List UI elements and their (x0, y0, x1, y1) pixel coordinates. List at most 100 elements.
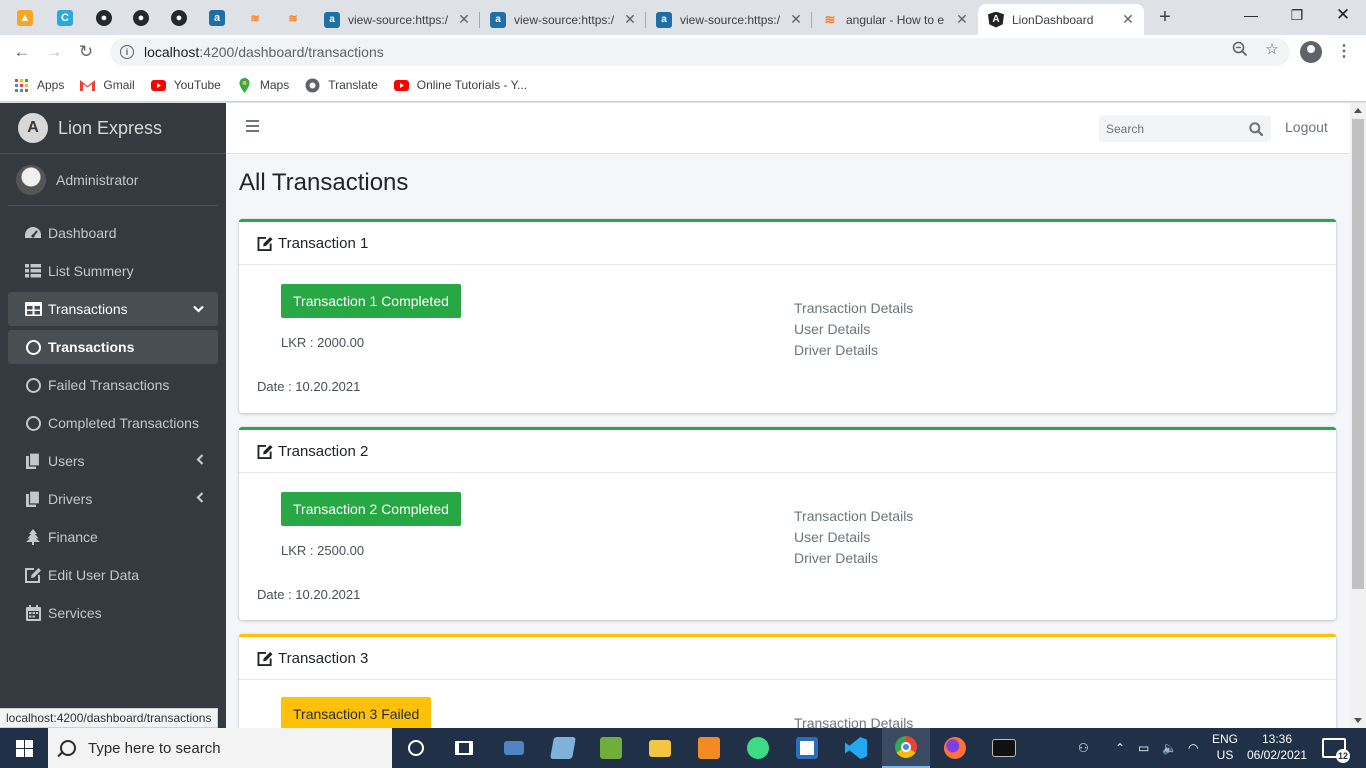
browser-tab[interactable]: a view-source:https:/ ✕ (646, 4, 812, 35)
bookmark-star-icon[interactable]: ☆ (1262, 39, 1282, 59)
bookmark-label: Translate (328, 78, 378, 92)
sidebar-item-services[interactable]: Services (8, 596, 218, 630)
transaction-card: Transaction 1 Transaction 1 Completed LK… (239, 219, 1336, 413)
close-window-icon[interactable]: ✕ (1320, 0, 1366, 30)
sidebar-item-drivers[interactable]: Drivers (8, 482, 218, 516)
menu-kebab-icon[interactable]: ⋮ (1336, 41, 1352, 61)
address-bar[interactable]: i localhost:4200/dashboard/transactions (110, 38, 1290, 66)
browser-tab[interactable]: a view-source:https:/ ✕ (480, 4, 646, 35)
sidebar-item-finance[interactable]: Finance (8, 520, 218, 554)
reload-icon[interactable]: ↻ (74, 40, 98, 64)
user-details-link[interactable]: User Details (794, 319, 913, 340)
user-panel[interactable]: Administrator (8, 154, 218, 206)
user-details-link[interactable]: User Details (794, 527, 913, 548)
search-button[interactable] (1244, 117, 1268, 141)
transaction-details-link[interactable]: Transaction Details (794, 506, 913, 527)
sidebar-item-edit-user-data[interactable]: Edit User Data (8, 558, 218, 592)
pinned-tab[interactable]: ● (89, 5, 119, 31)
bookmark-maps[interactable]: Maps (237, 77, 289, 93)
site-info-icon[interactable]: i (120, 45, 134, 59)
notifications-icon[interactable]: 12 (1322, 738, 1350, 763)
taskbar-search[interactable]: Type here to search (48, 728, 392, 768)
status-badge[interactable]: Transaction 3 Failed (281, 697, 432, 728)
search-input[interactable] (1099, 121, 1244, 136)
sidebar-item-users[interactable]: Users (8, 444, 218, 478)
virtualbox-icon[interactable] (539, 728, 587, 768)
scroll-up-icon[interactable] (1354, 108, 1362, 113)
driver-details-link[interactable]: Driver Details (794, 340, 913, 361)
task-view-icon[interactable] (440, 728, 488, 768)
transaction-card: Transaction 3 Transaction 3 Failed Trans… (239, 634, 1336, 728)
people-icon[interactable]: ⚇ (1078, 728, 1089, 768)
tab-close-icon[interactable]: ✕ (456, 11, 472, 28)
vscode-icon[interactable] (832, 728, 880, 768)
sidebar-subitem-transactions[interactable]: Transactions (8, 330, 218, 364)
logout-link[interactable]: Logout (1285, 119, 1328, 135)
bookmark-translate[interactable]: Translate (305, 78, 378, 93)
pinned-tab[interactable]: a (202, 5, 232, 31)
file-explorer-icon[interactable] (636, 728, 684, 768)
sidebar-item-transactions[interactable]: Transactions (8, 292, 218, 326)
pinned-tab[interactable]: ≋ (278, 5, 308, 31)
scrollbar-thumb[interactable] (1352, 119, 1364, 589)
back-icon[interactable]: ← (10, 40, 34, 64)
bookmark-gmail[interactable]: Gmail (80, 78, 135, 93)
transaction-links: Transaction Details User Details Driver … (794, 298, 913, 361)
volume-icon[interactable]: 🔈 (1162, 728, 1177, 768)
taskbar-clock[interactable]: 13:36 06/02/2021 (1244, 731, 1310, 763)
forward-icon[interactable]: → (42, 40, 66, 64)
sidebar-subitem-completed-transactions[interactable]: Completed Transactions (8, 406, 218, 440)
android-studio-icon[interactable] (734, 728, 782, 768)
circle-icon (24, 415, 42, 431)
chrome-icon[interactable] (882, 728, 930, 768)
status-badge[interactable]: Transaction 2 Completed (281, 492, 461, 526)
pinned-tab[interactable]: ≋ (240, 5, 270, 31)
minimize-icon[interactable]: — (1228, 0, 1274, 30)
browser-tab-active[interactable]: A LionDashboard ✕ (978, 4, 1144, 35)
laptop-app-icon[interactable] (490, 728, 538, 768)
bookmark-youtube[interactable]: YouTube (150, 78, 221, 93)
battery-icon[interactable]: ▭ (1138, 728, 1149, 768)
sublime-text-icon[interactable] (685, 728, 733, 768)
language-indicator[interactable]: ENG US (1210, 731, 1240, 763)
pinned-tab[interactable]: ▲ (10, 5, 40, 31)
scroll-down-icon[interactable] (1354, 718, 1362, 723)
pinned-tab[interactable]: ● (164, 5, 194, 31)
sidebar-subitem-failed-transactions[interactable]: Failed Transactions (8, 368, 218, 402)
sidebar-item-list-summery[interactable]: List Summery (8, 254, 218, 288)
status-badge[interactable]: Transaction 1 Completed (281, 284, 461, 318)
window-app-icon[interactable] (783, 728, 831, 768)
sidebar-item-dashboard[interactable]: Dashboard (8, 216, 218, 250)
bookmark-online-tutorials[interactable]: Online Tutorials - Y... (393, 78, 527, 93)
tab-close-icon[interactable]: ✕ (1120, 11, 1136, 28)
transaction-details-link[interactable]: Transaction Details (794, 713, 913, 728)
start-button[interactable] (0, 728, 48, 768)
tab-close-icon[interactable]: ✕ (788, 11, 804, 28)
pinned-tab[interactable]: C (50, 5, 80, 31)
hamburger-menu-icon[interactable] (246, 120, 259, 135)
transaction-details-link[interactable]: Transaction Details (794, 298, 913, 319)
spreadsheet-app-icon[interactable] (587, 728, 635, 768)
browser-tab[interactable]: ≋ angular - How to e ✕ (812, 4, 978, 35)
cortana-icon[interactable] (392, 728, 440, 768)
terminal-icon[interactable] (980, 728, 1028, 768)
wifi-icon[interactable]: ◠ (1188, 728, 1198, 768)
restore-icon[interactable]: ❐ (1274, 0, 1320, 30)
tray-chevron-up-icon[interactable]: ⌃ (1115, 728, 1125, 768)
bookmark-label: Apps (37, 78, 65, 92)
new-tab-button[interactable]: + (1154, 6, 1176, 28)
bookmark-apps[interactable]: Apps (14, 78, 64, 93)
card-header: Transaction 2 (239, 430, 1336, 473)
sidebar-item-label: Services (48, 605, 102, 621)
tab-close-icon[interactable]: ✕ (622, 11, 638, 28)
edit-icon (257, 444, 273, 459)
pinned-tab[interactable]: ● (126, 5, 156, 31)
page-scrollbar[interactable] (1350, 103, 1366, 728)
driver-details-link[interactable]: Driver Details (794, 548, 913, 569)
tab-close-icon[interactable]: ✕ (954, 11, 970, 28)
zoom-icon[interactable] (1230, 39, 1250, 59)
profile-avatar-icon[interactable] (1300, 41, 1322, 63)
firefox-icon[interactable] (931, 728, 979, 768)
browser-tab[interactable]: a view-source:https:/ ✕ (314, 4, 480, 35)
brand-link[interactable]: A Lion Express (0, 103, 226, 154)
